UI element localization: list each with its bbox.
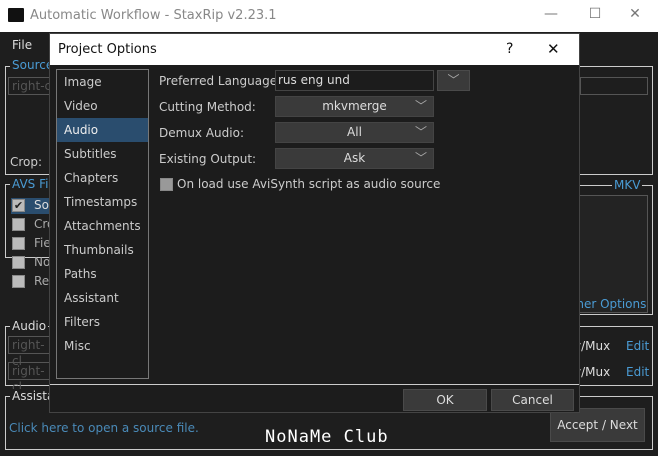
demux-audio-value: All bbox=[347, 125, 362, 139]
demux-audio-label: Demux Audio: bbox=[159, 126, 244, 140]
chevron-down-icon: ﹀ bbox=[414, 99, 427, 113]
filter-checkbox-field[interactable] bbox=[12, 237, 25, 250]
chevron-down-icon: ﹀ bbox=[447, 73, 460, 87]
audio-input-1[interactable]: right-cl bbox=[8, 336, 50, 368]
existing-output-value: Ask bbox=[343, 151, 366, 165]
avisynth-checkbox[interactable] bbox=[160, 178, 173, 191]
source-input-right[interactable] bbox=[580, 77, 648, 95]
clapperboard-icon bbox=[8, 8, 24, 22]
help-button[interactable]: ? bbox=[506, 41, 513, 57]
filter-label: No bbox=[34, 255, 51, 269]
audio-edit-1[interactable]: Edit bbox=[626, 339, 649, 353]
nav-timestamps[interactable]: Timestamps bbox=[57, 190, 148, 214]
audio-edit-2[interactable]: Edit bbox=[626, 365, 649, 379]
container-options-link[interactable]: iner Options bbox=[573, 297, 646, 311]
filter-checkbox-source[interactable]: ✔ bbox=[12, 199, 25, 212]
open-source-link[interactable]: Click here to open a source file. bbox=[9, 421, 199, 435]
dialog-titlebar: Project Options ? ✕ bbox=[50, 34, 579, 65]
audio-input-2[interactable]: right-cl bbox=[8, 362, 50, 394]
divider bbox=[50, 384, 579, 385]
filter-checkbox-noise[interactable] bbox=[12, 256, 25, 269]
crop-label: Crop: bbox=[10, 155, 43, 169]
cutting-method-label: Cutting Method: bbox=[159, 100, 256, 114]
dialog-title: Project Options bbox=[58, 42, 157, 57]
audio-group-label: Audio bbox=[10, 319, 49, 333]
options-nav: Image Video Audio Subtitles Chapters Tim… bbox=[56, 69, 149, 379]
mkv-group-label: MKV bbox=[612, 178, 643, 192]
preferred-languages-label: Preferred Languages: bbox=[159, 74, 288, 88]
nav-thumbnails[interactable]: Thumbnails bbox=[57, 238, 148, 262]
watermark: NoNaMe Club bbox=[265, 427, 389, 447]
nav-chapters[interactable]: Chapters bbox=[57, 166, 148, 190]
ok-button[interactable]: OK bbox=[403, 389, 487, 411]
avisynth-checkbox-label: On load use AviSynth script as audio sou… bbox=[177, 177, 441, 191]
window-titlebar: Automatic Workflow - StaxRip v2.23.1 — ☐… bbox=[0, 0, 658, 32]
nav-subtitles[interactable]: Subtitles bbox=[57, 142, 148, 166]
nav-paths[interactable]: Paths bbox=[57, 262, 148, 286]
close-button[interactable]: ✕ bbox=[620, 6, 650, 26]
preferred-languages-input[interactable]: rus eng und bbox=[275, 70, 434, 91]
filter-checkbox-resize[interactable] bbox=[12, 275, 25, 288]
menu-file[interactable]: File bbox=[12, 38, 32, 52]
nav-assistant[interactable]: Assistant bbox=[57, 286, 148, 310]
languages-dropdown-button[interactable]: ﹀ bbox=[437, 70, 470, 91]
filter-checkbox-crop[interactable] bbox=[12, 218, 25, 231]
window-title: Automatic Workflow - StaxRip v2.23.1 bbox=[30, 8, 277, 23]
minimize-button[interactable]: — bbox=[536, 6, 566, 26]
cancel-button[interactable]: Cancel bbox=[491, 389, 574, 411]
nav-image[interactable]: Image bbox=[57, 70, 148, 94]
nav-attachments[interactable]: Attachments bbox=[57, 214, 148, 238]
demux-audio-select[interactable]: All ﹀ bbox=[275, 122, 434, 143]
chevron-down-icon: ﹀ bbox=[414, 151, 427, 165]
existing-output-label: Existing Output: bbox=[159, 152, 257, 166]
existing-output-select[interactable]: Ask ﹀ bbox=[275, 148, 434, 169]
accept-next-button[interactable]: Accept / Next bbox=[550, 408, 645, 442]
cutting-method-select[interactable]: mkvmerge ﹀ bbox=[275, 96, 434, 117]
cutting-method-value: mkvmerge bbox=[322, 99, 387, 113]
nav-video[interactable]: Video bbox=[57, 94, 148, 118]
nav-audio[interactable]: Audio bbox=[57, 118, 148, 142]
dialog-close-button[interactable]: ✕ bbox=[547, 40, 560, 58]
nav-filters[interactable]: Filters bbox=[57, 310, 148, 334]
chevron-down-icon: ﹀ bbox=[414, 125, 427, 139]
maximize-button[interactable]: ☐ bbox=[580, 6, 610, 26]
project-options-dialog: Project Options ? ✕ Image Video Audio Su… bbox=[49, 33, 580, 413]
nav-misc[interactable]: Misc bbox=[57, 334, 148, 358]
